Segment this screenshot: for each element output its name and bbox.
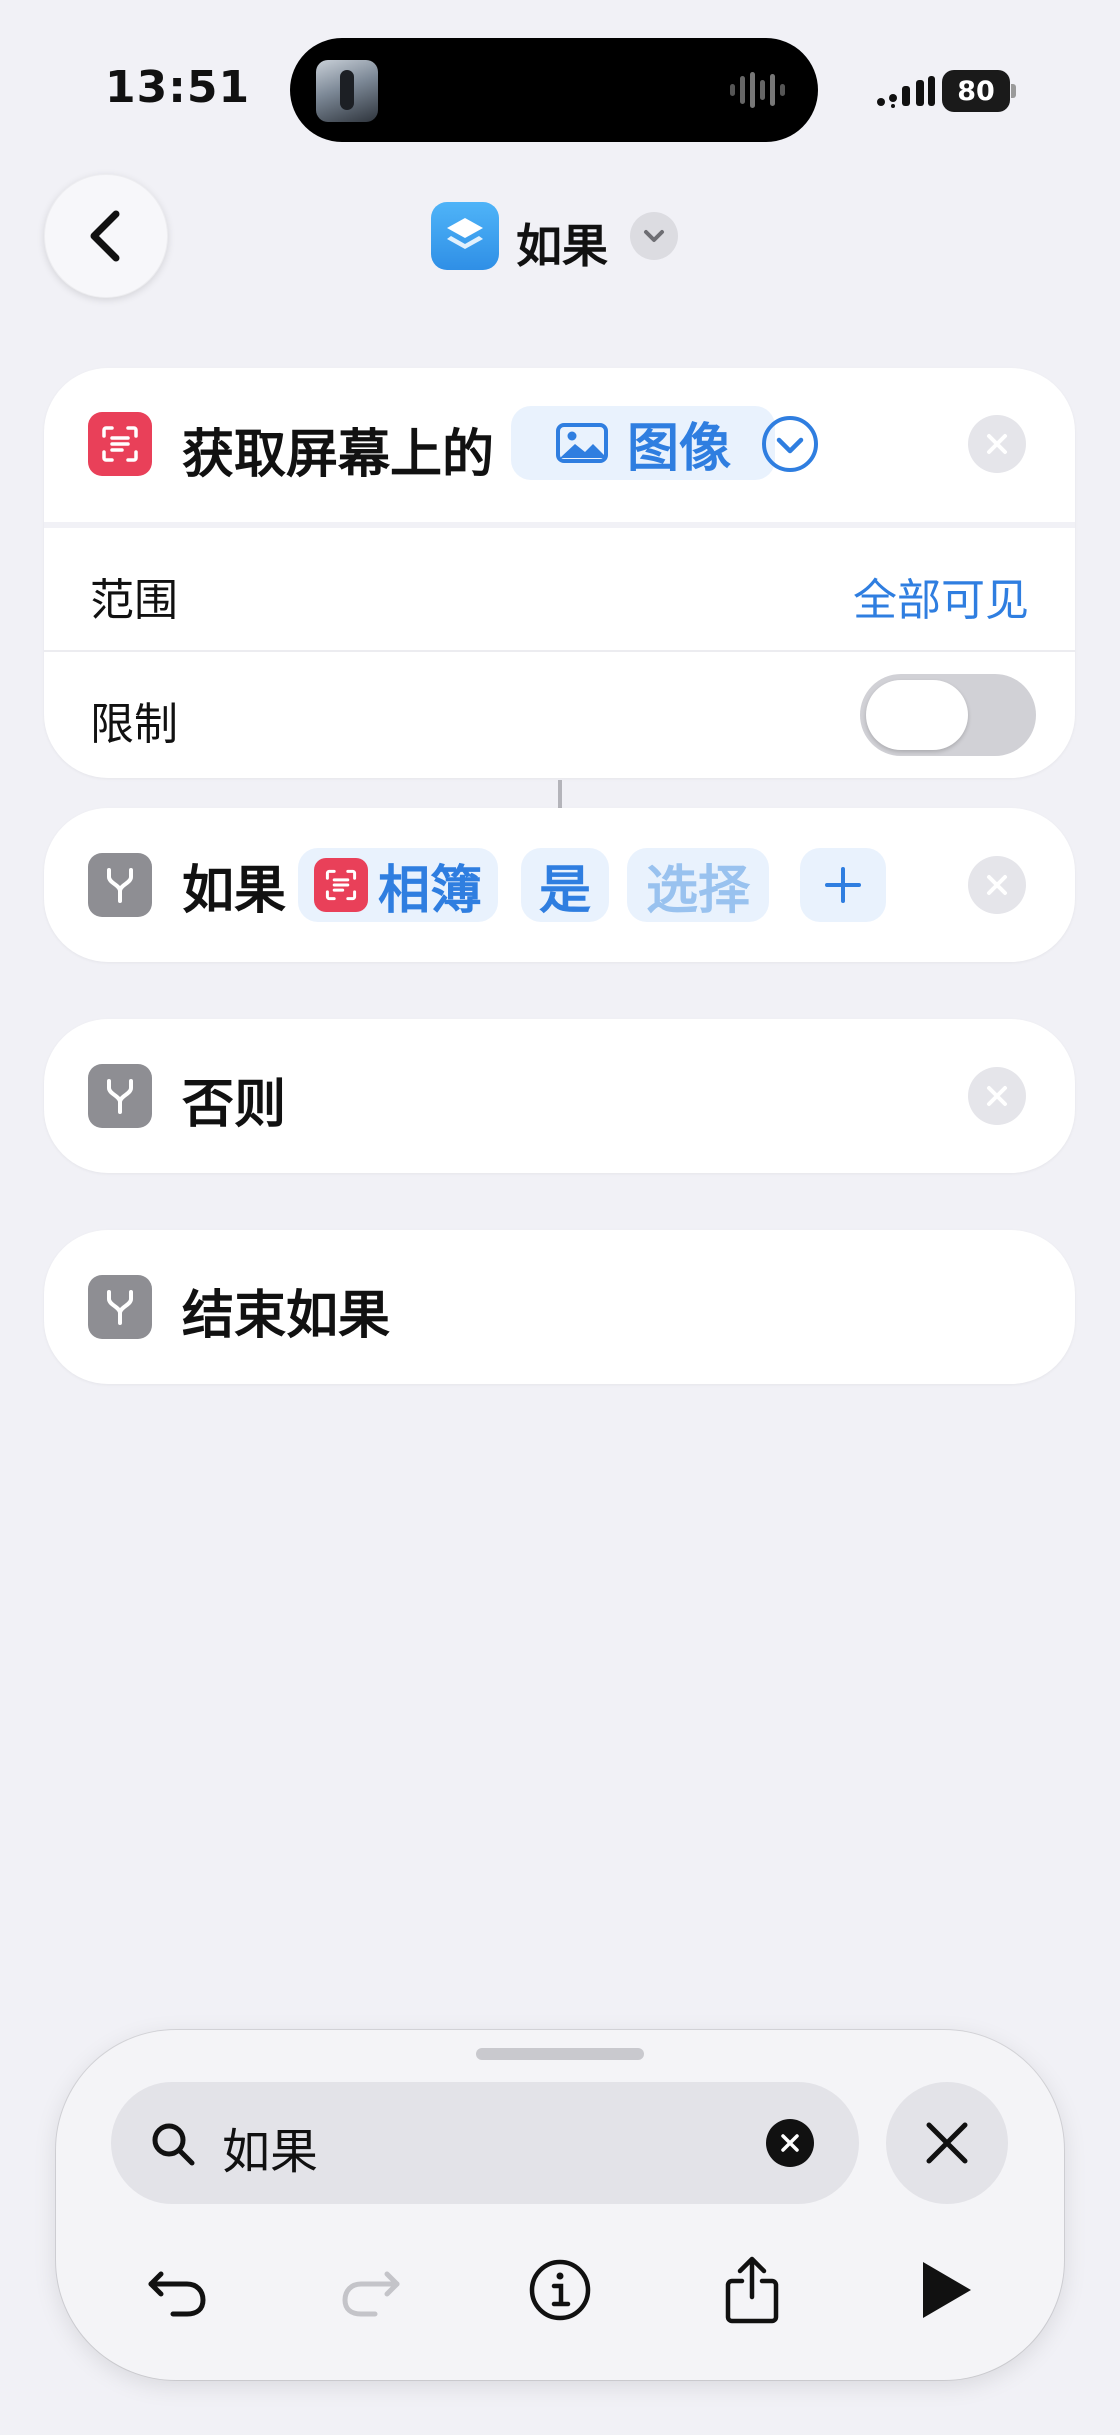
now-playing-thumbnail bbox=[316, 60, 378, 122]
undo-icon bbox=[148, 2271, 206, 2317]
close-icon bbox=[987, 434, 1007, 454]
operator-pill[interactable]: 是 bbox=[521, 848, 609, 922]
shortcuts-layers-icon bbox=[447, 218, 483, 249]
action-card-otherwise[interactable]: 否则 bbox=[44, 1019, 1075, 1173]
info-icon bbox=[529, 2259, 591, 2321]
search-query[interactable]: 如果 bbox=[222, 2112, 318, 2182]
range-label: 范围 bbox=[90, 575, 178, 626]
magnifier-icon bbox=[152, 2123, 195, 2166]
flow-connector bbox=[558, 780, 562, 808]
end-if-label: 结束如果 bbox=[182, 1286, 391, 1346]
branch-y-icon bbox=[88, 1275, 152, 1339]
limit-label: 限制 bbox=[90, 699, 178, 750]
remove-action-button[interactable] bbox=[968, 856, 1026, 914]
circle-chevron-down-icon[interactable] bbox=[760, 414, 820, 474]
action-card-get-screen[interactable]: 获取屏幕上的 图像 范围 全部可见 限制 bbox=[44, 368, 1075, 778]
shortcut-title[interactable]: 如果 bbox=[516, 210, 608, 276]
title-menu-button[interactable] bbox=[630, 212, 678, 260]
range-value[interactable]: 全部可见 bbox=[853, 564, 1029, 628]
battery-tip bbox=[1011, 84, 1016, 98]
section-divider bbox=[44, 522, 1075, 528]
otherwise-label: 否则 bbox=[182, 1075, 287, 1135]
value-choose-pill[interactable]: 选择 bbox=[627, 848, 769, 922]
remove-action-button[interactable] bbox=[968, 1067, 1026, 1125]
redo-button[interactable] bbox=[330, 2250, 410, 2330]
close-icon bbox=[987, 875, 1007, 895]
branch-y-icon bbox=[88, 1064, 152, 1128]
close-icon bbox=[987, 1086, 1007, 1106]
clear-search-button[interactable] bbox=[766, 2119, 814, 2167]
album-variable-pill[interactable]: 相簿 bbox=[298, 848, 498, 922]
plus-icon bbox=[825, 867, 861, 903]
image-parameter-pill[interactable]: 图像 bbox=[511, 406, 775, 480]
battery-indicator: 80 bbox=[942, 70, 1010, 112]
dynamic-island[interactable] bbox=[290, 38, 818, 142]
play-icon bbox=[923, 2262, 971, 2318]
cellular-signal-icon bbox=[877, 76, 935, 108]
toggle-knob bbox=[866, 680, 968, 750]
text-scan-icon bbox=[313, 858, 368, 912]
share-button[interactable] bbox=[712, 2250, 792, 2330]
status-time: 13:51 bbox=[105, 62, 251, 113]
run-button[interactable] bbox=[905, 2250, 985, 2330]
album-variable-label: 相簿 bbox=[377, 860, 482, 921]
photo-icon bbox=[555, 423, 608, 463]
if-label: 如果 bbox=[182, 861, 287, 921]
chevron-down-icon bbox=[644, 230, 664, 242]
back-button[interactable] bbox=[44, 174, 168, 298]
audio-wave-icon bbox=[730, 72, 785, 108]
action-card-if[interactable]: 如果 相簿 是 选择 bbox=[44, 808, 1075, 962]
dismiss-sheet-button[interactable] bbox=[886, 2082, 1008, 2204]
image-parameter-label: 图像 bbox=[626, 418, 731, 479]
sheet-grabber[interactable] bbox=[476, 2048, 644, 2060]
action-title-get-screen: 获取屏幕上的 bbox=[182, 425, 495, 485]
limit-toggle[interactable] bbox=[860, 674, 1036, 756]
branch-y-icon bbox=[88, 853, 152, 917]
undo-button[interactable] bbox=[138, 2250, 218, 2330]
row-divider bbox=[44, 650, 1075, 652]
close-icon bbox=[781, 2134, 799, 2152]
add-condition-button[interactable] bbox=[800, 848, 886, 922]
action-card-end-if[interactable]: 结束如果 bbox=[44, 1230, 1075, 1384]
redo-icon bbox=[342, 2271, 400, 2317]
shortcut-app-icon[interactable] bbox=[431, 202, 499, 270]
text-scan-icon bbox=[88, 412, 152, 476]
close-icon bbox=[926, 2122, 968, 2164]
back-chevron-icon bbox=[90, 210, 120, 262]
info-button[interactable] bbox=[520, 2250, 600, 2330]
remove-action-button[interactable] bbox=[968, 415, 1026, 473]
share-icon bbox=[725, 2256, 779, 2324]
